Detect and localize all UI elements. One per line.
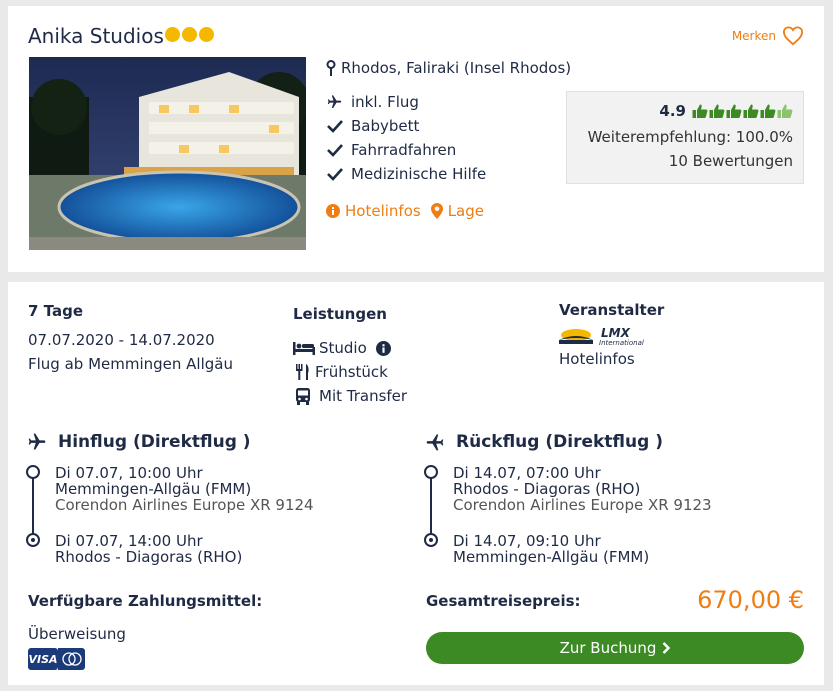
feature-label: Fahrradfahren [351,141,457,159]
thumbs-up-icon [726,104,742,118]
feature-flight: inkl. Flug [326,93,419,111]
bus-icon [296,387,310,405]
chevron-right-icon [663,642,671,654]
rating-score: 4.9 [659,102,686,120]
arrival-circle-icon [26,533,40,547]
visa-card-icon: VISA [28,648,58,670]
service-label: Mit Transfer [319,387,408,405]
departure-circle-icon [26,465,40,479]
outbound-arrival: Di 07.07, 14:00 Uhr Rhodos - Diagoras (R… [55,533,242,565]
cutlery-icon [296,364,309,380]
outbound-airline: Corendon Airlines Europe XR 9124 [55,496,314,514]
hotel-photo[interactable] [29,57,306,250]
payment-method: Überweisung [28,625,126,643]
offer-card: 7 Tage 07.07.2020 - 14.07.2020 Flug ab M… [8,282,824,685]
reviews-count[interactable]: 10 Bewertungen [669,152,793,170]
location-text: Rhodos, Faliraki (Insel Rhodos) [341,59,572,77]
operator-logo-sub: International [599,339,644,347]
trip-dates: 07.07.2020 - 14.07.2020 [28,331,215,349]
bed-icon [293,342,315,355]
services-heading: Leistungen [293,305,387,323]
hotel-name[interactable]: Anika Studios [28,24,164,48]
booking-button-label: Zur Buchung [559,639,657,657]
outbound-heading: Hinflug (Direktflug ) [26,432,251,452]
star-icon [182,27,197,42]
rating-score-row: 4.9 [659,102,793,120]
operator-logo-text: LMX [601,326,630,340]
operator-hotelinfos-link[interactable]: Hotelinfos [559,350,635,368]
thumbs-rating [692,103,793,119]
map-pin-icon [326,60,336,76]
total-heading: Gesamtreisepreis: [426,592,581,610]
check-icon [326,119,343,133]
arrival-circle-icon [424,533,438,547]
return-dep-time: Di 14.07, 07:00 Uhr [453,464,601,482]
check-icon [326,167,343,181]
feature-label: inkl. Flug [351,93,419,111]
payment-heading: Verfügbare Zahlungsmittel: [28,592,263,610]
recommendation-text: Weiterempfehlung: 100.0% [587,128,793,146]
lage-label: Lage [447,202,484,220]
outbound-departure: Di 07.07, 10:00 Uhr Memmingen-Allgäu (FM… [55,465,314,513]
return-departure: Di 14.07, 07:00 Uhr Rhodos - Diagoras (R… [453,465,712,513]
outbound-dep-time: Di 07.07, 10:00 Uhr [55,464,203,482]
lage-link[interactable]: Lage [430,202,484,220]
trip-duration: 7 Tage [28,302,83,320]
feature-label: Medizinische Hilfe [351,165,487,183]
rating-box: 4.9 Weiterempfehlung: 100.0% 10 Bewertun… [566,91,804,184]
map-marker-icon [430,203,443,219]
merken-label: Merken [731,29,776,43]
plane-icon [326,94,343,110]
return-airline: Corendon Airlines Europe XR 9123 [453,496,712,514]
check-icon [326,143,343,157]
operator-logo[interactable]: LMX International [559,326,644,348]
star-rating [165,27,214,42]
service-label: Studio [319,339,367,357]
mastercard-icon [58,648,85,670]
outbound-arr-airport: Rhodos - Diagoras (RHO) [55,548,243,566]
info-icon [326,204,340,218]
outbound-timeline [32,473,34,535]
hotel-location: Rhodos, Faliraki (Insel Rhodos) [326,59,571,77]
return-heading: Rückflug (Direktflug ) [424,432,663,452]
departure-circle-icon [424,465,438,479]
service-room: Studio [293,339,391,357]
return-arr-time: Di 14.07, 09:10 Uhr [453,532,601,550]
plane-icon [28,433,46,450]
thumbs-up-icon [743,104,759,118]
plane-icon [426,434,444,451]
outbound-arr-time: Di 07.07, 14:00 Uhr [55,532,203,550]
booking-button[interactable]: Zur Buchung [426,632,804,664]
feature-fahrrad: Fahrradfahren [326,141,456,159]
info-icon[interactable] [375,340,391,356]
service-breakfast: Frühstück [295,363,388,381]
thumbs-up-icon [692,104,708,118]
feature-label: Babybett [351,117,420,135]
heart-icon [782,26,804,46]
feature-babybett: Babybett [326,117,419,135]
service-transfer: Mit Transfer [295,387,407,405]
trip-departure: Flug ab Memmingen Allgäu [28,355,233,373]
thumbs-up-icon [760,104,776,118]
total-price: 670,00 € [697,586,804,614]
star-icon [165,27,180,42]
return-arrival: Di 14.07, 09:10 Uhr Memmingen-Allgäu (FM… [453,533,649,565]
hotelinfos-label: Hotelinfos [345,202,421,220]
outbound-dep-airport: Memmingen-Allgäu (FMM) [55,480,252,498]
operator-heading: Veranstalter [559,301,665,319]
thumbs-up-icon [709,104,725,118]
feature-medizin: Medizinische Hilfe [326,165,486,183]
star-icon [199,27,214,42]
return-dep-airport: Rhodos - Diagoras (RHO) [453,480,641,498]
outbound-title: Hinflug (Direktflug ) [58,432,251,452]
service-label: Frühstück [315,363,388,381]
hotelinfos-link[interactable]: Hotelinfos [326,202,421,220]
hotel-card: Anika Studios Merken Rhodos, Faliraki (I… [8,6,824,272]
thumbs-up-icon [777,104,793,118]
merken-button[interactable]: Merken [732,26,804,46]
hotel-links: Hotelinfos Lage [326,202,484,220]
return-title: Rückflug (Direktflug ) [456,432,663,452]
return-timeline [430,473,432,535]
return-arr-airport: Memmingen-Allgäu (FMM) [453,548,650,566]
